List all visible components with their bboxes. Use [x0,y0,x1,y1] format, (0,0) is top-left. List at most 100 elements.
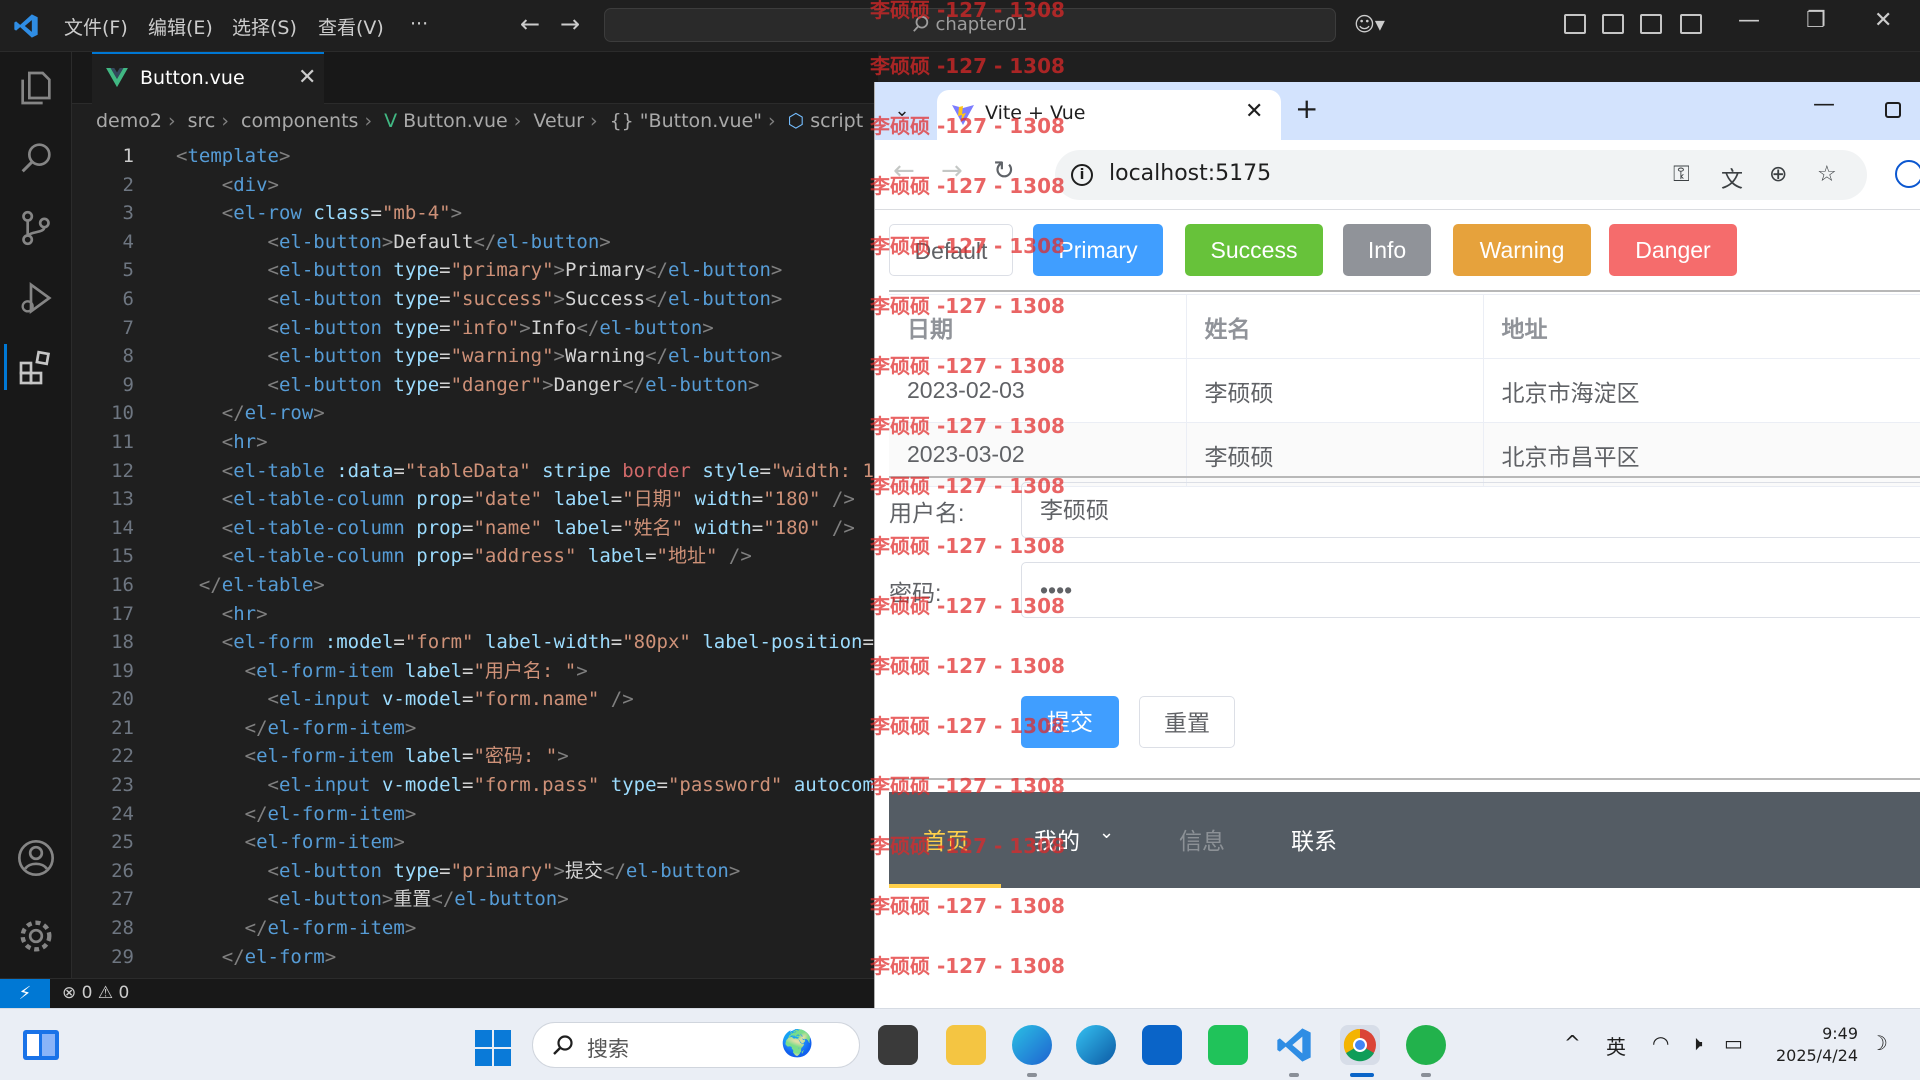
profile-icon[interactable] [1895,160,1920,188]
reset-button[interactable]: 重置 [1139,696,1235,748]
bookmark-star-icon[interactable]: ☆ [1817,162,1837,187]
breadcrumb-item[interactable]: script [810,110,863,132]
system-clock[interactable]: 9:49 2025/4/24 [1768,1023,1858,1067]
menu-file[interactable]: 文件(F) [64,13,128,40]
battery-icon[interactable]: ▭ [1724,1031,1743,1055]
password-input[interactable]: •••• [1021,562,1920,618]
windows-start-icon[interactable] [474,1029,512,1067]
submit-button[interactable]: 提交 [1021,696,1119,748]
browser-toolbar: ← → ↻ i localhost:5175 ⚿ 文 ⊕ ☆ [875,140,1920,210]
reload-icon[interactable]: ↻ [993,156,1015,186]
menu-edit[interactable]: 编辑(E) [148,13,213,40]
editor-tab-button-vue[interactable]: Button.vue ✕ [92,52,324,104]
table-header-cell[interactable]: 地址 [1483,294,1920,359]
chrome-app-icon[interactable] [1340,1025,1380,1065]
menu-item-contact[interactable]: 联系 [1291,822,1337,856]
do-not-disturb-icon[interactable]: ☽ [1870,1031,1888,1055]
wifi-icon[interactable]: ◠ [1652,1031,1669,1055]
info-button[interactable]: Info [1343,224,1431,276]
table-header-cell[interactable]: 日期 [889,294,1187,359]
source-control-icon[interactable] [16,208,56,248]
breadcrumb-item[interactable]: {} "Button.vue" [610,110,762,132]
extensions-icon[interactable] [16,348,56,388]
primary-button[interactable]: Primary [1033,224,1163,276]
username-input[interactable]: 李硕硕 [1021,482,1920,538]
browser-window: ⌄ Vite + Vue ✕ + — ← → ↻ i localhost:517… [874,82,1920,1008]
code-editor[interactable]: 1 <template> 2 <div> 3 <el-row class="mb-… [72,142,878,971]
minimize-icon[interactable]: — [1738,8,1760,33]
widgets-icon[interactable] [22,1029,60,1061]
tab-search-icon[interactable]: ⌄ [885,94,919,128]
address-bar[interactable]: i localhost:5175 ⚿ 文 ⊕ ☆ [1055,150,1867,200]
danger-button[interactable]: Danger [1609,224,1737,276]
remote-indicator-icon[interactable]: ⚡ [0,979,50,1009]
breadcrumb-item[interactable]: Button.vue [403,110,508,132]
taskbar-search-box[interactable]: 搜索 🌍 [532,1022,860,1068]
customize-layout-icon[interactable] [1564,14,1586,34]
running-indicator [1289,1073,1299,1077]
zoom-icon[interactable]: ⊕ [1769,162,1787,187]
code-line: 13 <el-table-column prop="date" label="日… [111,488,855,511]
password-key-icon[interactable]: ⚿ [1673,162,1690,187]
file-explorer-icon[interactable] [946,1025,986,1065]
breadcrumb-item[interactable]: Vetur [533,110,584,132]
ime-indicator[interactable]: 英 [1606,1031,1626,1060]
default-button[interactable]: Default [889,224,1013,276]
maximize-icon[interactable] [1885,102,1901,118]
warning-button[interactable]: Warning [1453,224,1591,276]
close-tab-icon[interactable]: ✕ [1245,99,1263,124]
volume-muted-icon[interactable]: 🕨 [1690,1031,1703,1055]
run-debug-icon[interactable] [16,278,56,318]
back-arrow-icon[interactable]: ← [893,156,915,186]
web-page-content: Default Primary Success Info Warning Dan… [875,210,1920,1008]
menu-view[interactable]: 查看(V) [318,13,384,40]
table-cell: 北京市海淀区 [1483,358,1920,423]
menu-item-mine[interactable]: 我的 [1034,822,1080,856]
edge-ai-app-icon[interactable] [1012,1025,1052,1065]
code-line: 23 <el-input v-model="form.pass" type="p… [111,774,874,797]
problems-indicator[interactable]: ⊗ 0 ⚠ 0 [62,983,129,1003]
menu-item-info[interactable]: 信息 [1179,822,1225,856]
breadcrumb-item[interactable]: demo2 [96,110,162,132]
wechat-app-icon[interactable] [1406,1025,1446,1065]
close-tab-icon[interactable]: ✕ [298,65,316,90]
success-button[interactable]: Success [1185,224,1323,276]
outlook-app-icon[interactable] [1142,1025,1182,1065]
terminal-app-icon[interactable] [878,1025,918,1065]
copilot-icon[interactable]: ☺▾ [1354,12,1385,36]
accounts-icon[interactable] [16,838,56,878]
forward-arrow-icon[interactable]: → [941,156,963,186]
restore-icon[interactable]: ❐ [1806,8,1826,33]
command-center[interactable]: chapter01 [604,8,1336,42]
browser-tab[interactable]: Vite + Vue ✕ [937,90,1281,140]
menu-more[interactable]: ··· [410,13,428,35]
store-app-icon[interactable] [1208,1025,1248,1065]
breadcrumb-item[interactable]: src [188,110,216,132]
vue-file-icon [106,68,128,88]
show-hidden-icons-icon[interactable]: ^ [1564,1031,1581,1055]
search-icon[interactable] [16,138,56,178]
site-info-icon[interactable]: i [1071,164,1093,186]
search-icon [553,1035,573,1055]
vscode-app-icon[interactable] [1274,1025,1314,1065]
menu-item-home[interactable]: 首页 [923,822,969,856]
toggle-primary-sidebar-icon[interactable] [1602,14,1624,34]
menu-selection[interactable]: 选择(S) [232,13,297,40]
gear-icon[interactable] [16,916,56,956]
close-icon[interactable]: ✕ [1874,8,1892,33]
explorer-icon[interactable] [16,68,56,108]
translate-icon[interactable]: 文 [1721,162,1743,194]
new-tab-icon[interactable]: + [1295,92,1318,125]
browser-tab-title: Vite + Vue [985,102,1086,124]
table-cell: 李硕硕 [1186,358,1484,423]
edge-browser-icon[interactable] [1076,1025,1116,1065]
toggle-panel-icon[interactable] [1640,14,1662,34]
breadcrumb-item[interactable]: components [241,110,358,132]
back-arrow-icon[interactable]: ← [520,10,540,38]
forward-arrow-icon[interactable]: → [560,10,580,38]
search-highlight-icon: 🌍 [781,1029,814,1059]
minimize-icon[interactable]: — [1813,92,1835,117]
clock-date: 2025/4/24 [1775,1046,1858,1065]
table-header-cell[interactable]: 姓名 [1186,294,1484,359]
toggle-secondary-sidebar-icon[interactable] [1680,14,1702,34]
